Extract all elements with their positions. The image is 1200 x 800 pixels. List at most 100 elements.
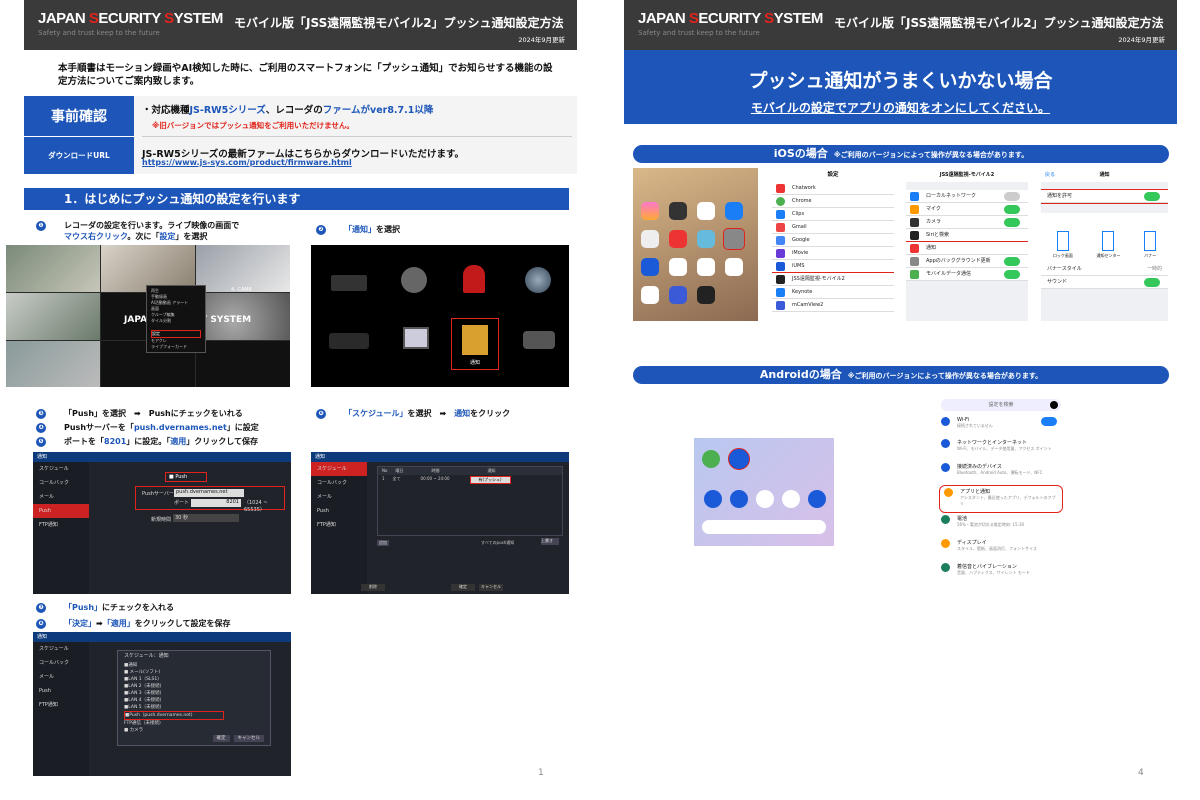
port-input[interactable]: 8201	[191, 499, 241, 507]
schedule-dialog: スケジュール：通知 ■通知 ■ メール(ソフト) ■LAN 1（SLS1) ■LAN …	[117, 650, 271, 746]
gmail-icon[interactable]	[725, 258, 743, 276]
context-menu: 再生 手動録画 AI活動動画 アラート 画面 クループ編集 タイル分割 設定 モアクレ ライ…	[146, 285, 206, 353]
push-server-input[interactable]: push.dvernames.net	[174, 489, 244, 497]
chrome-icon[interactable]	[697, 258, 715, 276]
recorder-icon[interactable]	[331, 275, 367, 291]
page-number: 4	[1138, 768, 1144, 778]
chrome-icon[interactable]	[782, 490, 800, 508]
brand-tagline: Safety and trust keep to the future	[638, 29, 760, 37]
table-row[interactable]: 1 全て 00:00 ~ 24:00 有(プッシュ)	[378, 475, 562, 485]
settings-item[interactable]: iUMS	[772, 260, 894, 273]
confirm-button[interactable]: 確定	[451, 584, 475, 591]
allow-notifications-row[interactable]: 通知を許可	[1041, 189, 1168, 204]
step-7: ❼ 「Push」にチェックを入れる	[36, 602, 174, 613]
alarm-icon[interactable]	[463, 265, 485, 293]
settings-item[interactable]: mCamView2	[772, 299, 894, 312]
overwrite-select[interactable]: 上書き	[541, 538, 559, 545]
push-settings-screenshot: 通知 スケジュール コールバック メール Push FTP通知 ■ Push P…	[33, 452, 291, 594]
settings-item[interactable]: Gmail	[772, 221, 894, 234]
brand-logo: JAPAN SECURITY SYSTEM	[38, 10, 223, 27]
apps-and-notifications-item[interactable]: アプリと通知 アシスタント、最近使ったアプリ、デフォルトのアプリ	[939, 485, 1063, 513]
delete-button[interactable]: 削除	[361, 584, 385, 591]
download-url-label: ダウンロードURL	[24, 136, 134, 174]
chat-icon[interactable]	[730, 490, 748, 508]
cctv-icon[interactable]	[523, 331, 555, 349]
ios-heading: iOSの場合 ※ご利用のバージョンによって操作が異なる場合があります。	[633, 145, 1169, 163]
camera-icon[interactable]	[401, 267, 427, 293]
sidebar-item-schedule[interactable]: スケジュール	[311, 462, 367, 476]
settings-item[interactable]: Keynote	[772, 286, 894, 299]
settings-icon[interactable]	[728, 448, 750, 470]
schedule-screenshot: 通知 スケジュール コールバック メール Push FTP通知 No 曜日 時間 通知…	[311, 452, 569, 594]
step-5: ❺ ポートを「8201」に設定。「適用」クリックして保存	[36, 436, 258, 447]
camview-icon[interactable]	[669, 286, 687, 304]
interval-select[interactable]: 30 秒	[173, 514, 239, 522]
banner-title: プッシュ通知がうまくいかない場合	[748, 70, 1053, 92]
jss-folder-icon[interactable]	[697, 286, 715, 304]
messages-icon[interactable]	[702, 450, 720, 468]
appstore-icon[interactable]	[725, 202, 743, 220]
phone-icon[interactable]	[704, 490, 722, 508]
play-store-icon[interactable]	[756, 490, 774, 508]
menu-item-settings[interactable]: 設定	[151, 330, 201, 338]
intro-text: 本手順書はモーション録画やAI検知した時に、ご利用のスマートフォンに「プッシュ通…	[58, 63, 553, 87]
live-view-screenshot: 4. CAM6 JAPAN SECURITY SYSTEM 再生手動録画AI活動…	[6, 245, 290, 387]
push-checkbox[interactable]: ■ Push	[165, 472, 207, 482]
settings-search[interactable]: 設定を検索	[941, 399, 1061, 411]
document-title: モバイル版「JSS遠隔監視モバイル2」プッシュ通知設定方法	[834, 16, 1164, 30]
add-button[interactable]: 追加	[377, 540, 389, 546]
settings-item[interactable]: Chatwork	[772, 182, 894, 195]
contacts-icon[interactable]	[641, 230, 659, 248]
prerequisite-label: 事前確認	[24, 96, 134, 136]
manual-page-4: JAPAN SECURITY SYSTEM Safety and trust k…	[600, 0, 1200, 800]
google-search-bar[interactable]	[702, 520, 826, 534]
update-date: 2024年9月更新	[518, 36, 565, 44]
allow-toggle[interactable]	[1144, 192, 1160, 201]
camera-icon[interactable]	[808, 490, 826, 508]
sidebar-item-push[interactable]: Push	[33, 504, 89, 518]
camera-icon[interactable]	[669, 202, 687, 220]
settings-item[interactable]: Chrome	[772, 195, 894, 208]
settings-item[interactable]: iMovie	[772, 247, 894, 260]
manual-page-1: JAPAN SECURITY SYSTEM Safety and trust k…	[0, 0, 600, 800]
schedule-table: No 曜日 時間 通知 1 全て 00:00 ~ 24:00 有(プッシュ)	[377, 466, 563, 536]
network-icon[interactable]	[525, 267, 551, 293]
android-settings-screenshot: 設定を検索 Wi-Fi 接続されていません ネットワークとインターネット Wi-Fi…	[937, 395, 1065, 593]
app-icon[interactable]	[669, 230, 687, 248]
notify-icon-highlight[interactable]: 通知	[451, 318, 499, 370]
settings-icons-screenshot: 通知	[311, 245, 569, 387]
cancel-button[interactable]: キャンセル	[479, 584, 503, 591]
back-button[interactable]: 戻る	[1045, 168, 1055, 182]
push-check-item[interactable]: ■Push（push.dvernames.net)	[124, 711, 224, 720]
dialog-cancel-button[interactable]: キャンセル	[233, 735, 264, 742]
account-icon[interactable]	[1050, 401, 1058, 409]
step-8: ❽ 「決定」➡「適用」をクリックして設定を保存	[36, 618, 230, 629]
dialog-ok-button[interactable]: 確定	[212, 735, 230, 742]
clock-icon[interactable]	[697, 202, 715, 220]
settings-item[interactable]: Google	[772, 234, 894, 247]
maps-icon[interactable]	[697, 230, 715, 248]
notify-cell[interactable]: 有(プッシュ)	[469, 476, 511, 484]
nvr-sidebar: スケジュール コールバック メール Push FTP通知	[33, 462, 89, 594]
settings-item-jss[interactable]: JSS遠隔監視-モバイル2	[772, 272, 894, 287]
folder-icon	[462, 325, 488, 355]
download-link[interactable]: https://www.js-sys.com/product/firmware.…	[142, 158, 352, 167]
section-heading: 1．はじめにプッシュ通知の設定を行います	[24, 188, 569, 210]
update-date: 2024年9月更新	[1118, 36, 1165, 44]
brand-logo: JAPAN SECURITY SYSTEM	[638, 10, 823, 27]
divider	[142, 136, 572, 137]
troubleshoot-banner: プッシュ通知がうまくいかない場合 モバイルの設定でアプリの通知をオンにしてくださ…	[624, 50, 1177, 124]
monitor-icon[interactable]	[403, 327, 429, 349]
pinwheel-icon[interactable]	[669, 258, 687, 276]
push-server-group: Pushサーバー push.dvernames.net ポート 8201 （10…	[135, 486, 285, 513]
old-version-note: ※旧バージョンではプッシュ通知をご利用いただけません。	[152, 121, 354, 130]
drive-icon[interactable]	[641, 286, 659, 304]
page-header: JAPAN SECURITY SYSTEM Safety and trust k…	[24, 0, 577, 50]
notification-row[interactable]: 通知	[906, 241, 1028, 256]
ios-settings-screenshot: 設定 Chatwork Chrome Clips Gmail Google iM…	[772, 168, 894, 321]
settings-item[interactable]: Clips	[772, 208, 894, 221]
photos-icon[interactable]	[641, 202, 659, 220]
security-icon[interactable]	[641, 258, 659, 276]
controller-icon[interactable]	[329, 333, 369, 349]
settings-icon[interactable]	[723, 228, 745, 250]
